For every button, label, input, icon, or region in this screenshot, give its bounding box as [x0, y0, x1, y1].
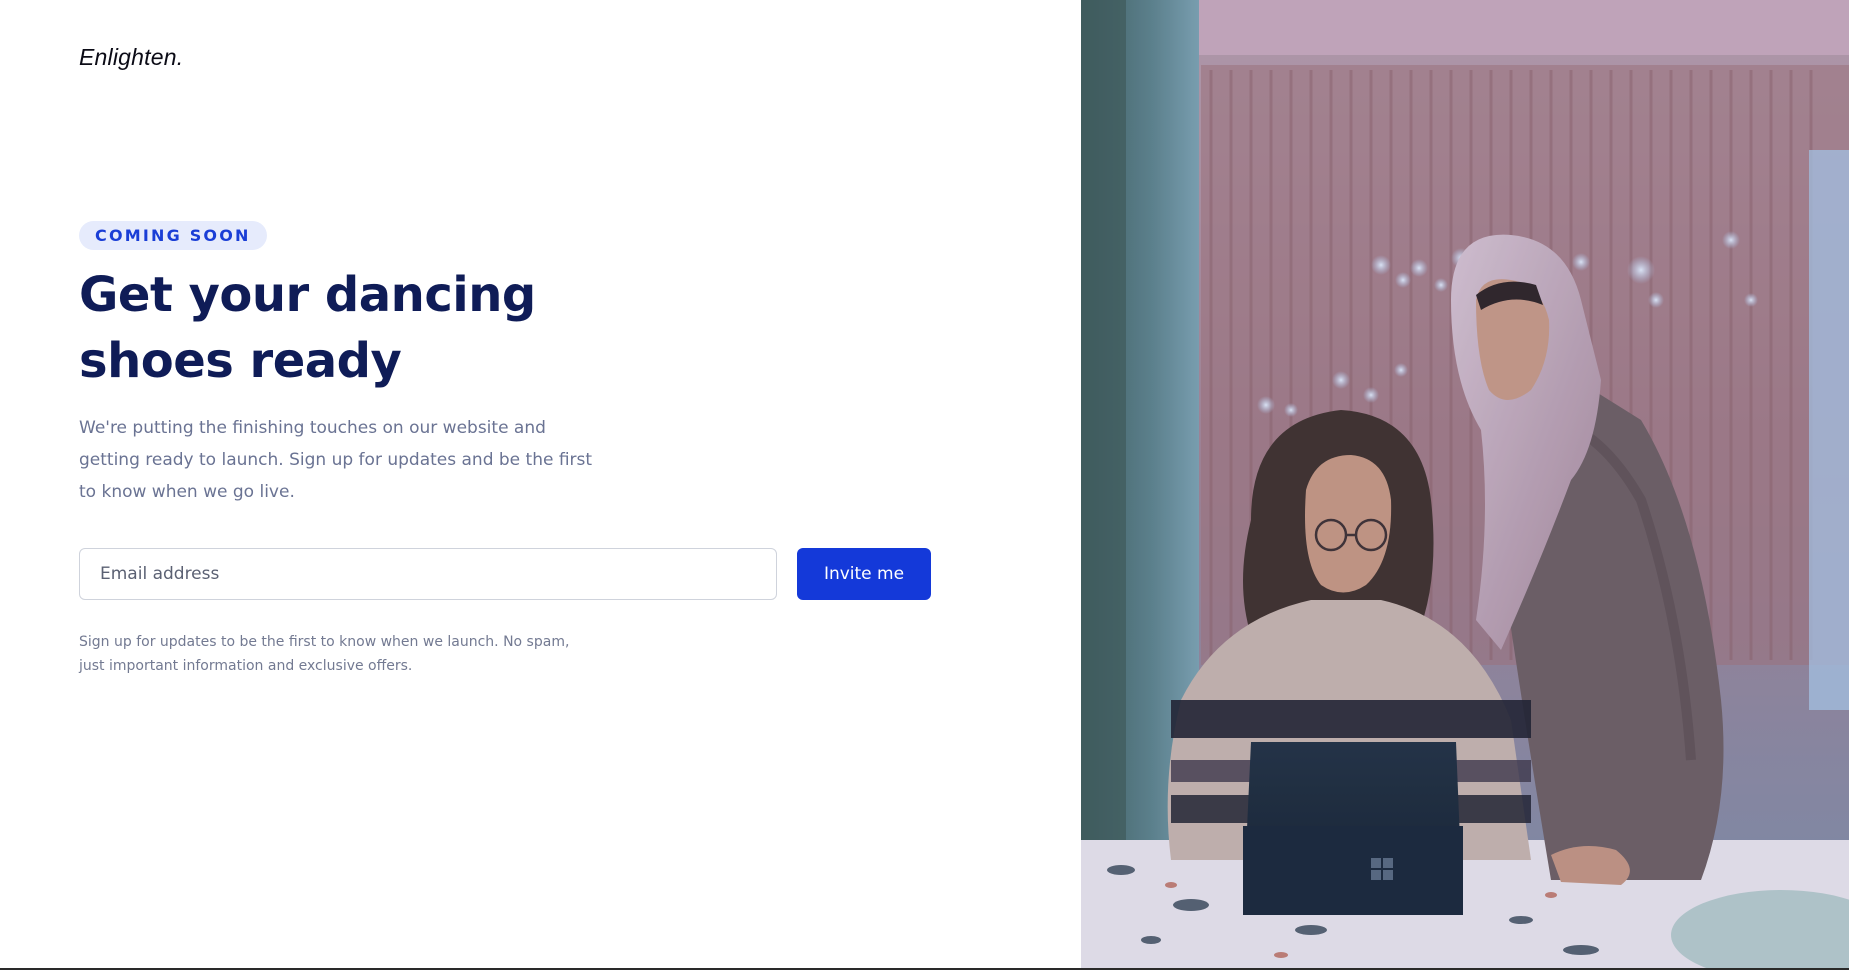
hero-image	[1081, 0, 1849, 968]
signup-note: Sign up for updates to be the first to k…	[79, 634, 570, 674]
brand-logo[interactable]: Enlighten.	[79, 44, 183, 71]
left-panel: Enlighten. COMING SOON Get your dancing …	[0, 0, 1081, 968]
coming-soon-badge: COMING SOON	[79, 221, 267, 250]
hero-photo-illustration	[1081, 0, 1849, 968]
email-field[interactable]	[79, 548, 777, 600]
invite-me-button[interactable]: Invite me	[797, 548, 931, 600]
page-title: Get your dancing shoes ready	[79, 267, 536, 389]
page: Enlighten. COMING SOON Get your dancing …	[0, 0, 1849, 970]
page-description: We're putting the finishing touches on o…	[79, 418, 593, 502]
